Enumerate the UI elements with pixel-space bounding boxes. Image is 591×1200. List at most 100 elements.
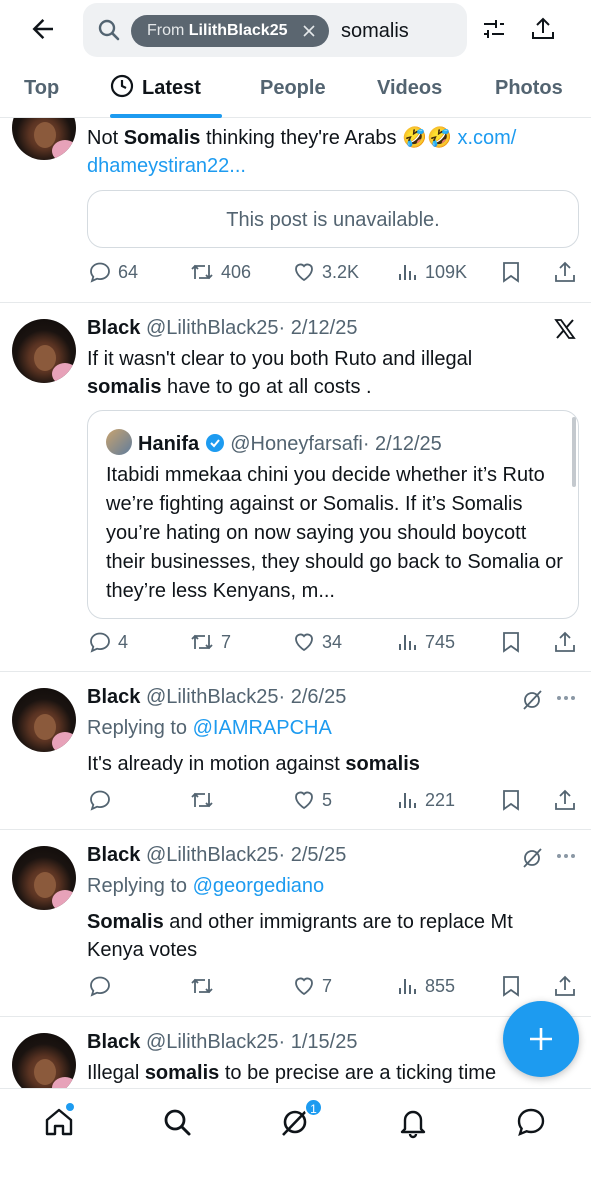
display-name[interactable]: Black <box>87 317 140 339</box>
view-count: 855 <box>425 975 456 996</box>
avatar[interactable] <box>12 319 76 383</box>
post-date: · 2/12/25 <box>278 317 358 339</box>
tweet-actions: 64 406 3.2K 109K <box>0 257 591 287</box>
notifications-bell-icon[interactable] <box>396 1105 430 1139</box>
text-part: to be precise are a ticking time <box>219 1062 497 1084</box>
tweet-meta: Black @LilithBlack25· 2/12/25 <box>87 317 357 340</box>
like-button[interactable]: 34 <box>292 627 342 657</box>
text-part: It's already in motion against <box>87 753 346 775</box>
tab-top[interactable]: Top <box>24 62 59 118</box>
share-upload-icon[interactable] <box>530 16 556 42</box>
tweet-meta: Black @LilithBlack25· 2/6/25 <box>87 686 346 709</box>
quote-date: · 2/12/25 <box>362 433 442 455</box>
scrollbar[interactable] <box>572 417 576 487</box>
grok-icon[interactable] <box>520 688 544 712</box>
tab-photos[interactable]: Photos <box>495 62 563 118</box>
tab-people[interactable]: People <box>260 62 326 118</box>
more-options-icon[interactable] <box>556 694 576 702</box>
like-count: 34 <box>322 631 343 652</box>
quote-meta: Hanifa @Honeyfarsafi· 2/12/25 <box>106 429 442 456</box>
bookmark-icon[interactable] <box>500 788 522 812</box>
text-part: Illegal <box>87 1062 145 1084</box>
reply-button[interactable]: 64 <box>88 257 138 287</box>
avatar[interactable] <box>12 688 76 752</box>
from-user-chip[interactable]: From LilithBlack25 <box>131 15 329 47</box>
filter-sliders-icon[interactable] <box>481 16 507 42</box>
tweet-meta: Black @LilithBlack25· 2/5/25 <box>87 844 346 867</box>
share-icon[interactable] <box>553 260 577 284</box>
repost-button[interactable]: 7 <box>189 627 231 657</box>
tweet[interactable]: Not Somalis thinking they're Arabs 🤣🤣 x.… <box>0 96 591 303</box>
chip-close-icon[interactable] <box>301 23 317 39</box>
replying-handle[interactable]: @georgediano <box>193 875 325 897</box>
like-button[interactable]: 5 <box>292 785 332 815</box>
tab-latest[interactable]: Latest <box>110 62 201 118</box>
views-button[interactable]: 221 <box>397 785 455 815</box>
repost-button[interactable] <box>189 971 221 1001</box>
search-query[interactable]: somalis <box>341 3 409 59</box>
views-button[interactable]: 745 <box>397 627 455 657</box>
replying-to: Replying to @IAMRAPCHA <box>87 717 332 740</box>
repost-button[interactable] <box>189 785 221 815</box>
like-count: 3.2K <box>322 261 360 282</box>
x-logo-icon <box>554 319 576 339</box>
back-arrow-icon[interactable] <box>28 14 58 44</box>
clock-icon <box>110 74 134 98</box>
text-highlight: Somalis <box>123 127 201 149</box>
unavailable-text: This post is unavailable. <box>226 209 440 231</box>
home-notification-dot <box>66 1103 74 1111</box>
reply-button[interactable]: 4 <box>88 627 128 657</box>
grok-icon[interactable] <box>520 846 544 870</box>
plus-icon <box>530 1028 552 1050</box>
replying-handle[interactable]: @IAMRAPCHA <box>193 717 332 739</box>
handle[interactable]: @LilithBlack25 <box>146 317 279 339</box>
like-button[interactable]: 7 <box>292 971 332 1001</box>
tweet-actions: 4 7 34 745 <box>0 627 591 657</box>
search-nav-icon[interactable] <box>160 1105 194 1139</box>
tweet-link[interactable]: x.com/ <box>457 127 516 149</box>
messages-icon[interactable] <box>514 1105 548 1139</box>
quoted-tweet-card[interactable]: Hanifa @Honeyfarsafi· 2/12/25 Itabidi mm… <box>87 410 579 619</box>
repost-icon <box>191 978 213 994</box>
quote-avatar <box>106 429 132 455</box>
tweet[interactable]: Black @LilithBlack25· 2/6/25 Replying to… <box>0 672 591 830</box>
more-options-icon[interactable] <box>556 852 576 860</box>
display-name[interactable]: Black <box>87 1031 140 1053</box>
tweet[interactable]: Black @LilithBlack25· 2/12/25 If it wasn… <box>0 303 591 672</box>
views-chart-icon <box>399 635 416 650</box>
reply-count: 4 <box>118 631 129 652</box>
bookmark-icon[interactable] <box>500 260 522 284</box>
tweet[interactable]: Black @LilithBlack25· 2/5/25 Replying to… <box>0 830 591 1017</box>
share-icon[interactable] <box>553 974 577 998</box>
bookmark-icon[interactable] <box>500 630 522 654</box>
reply-button[interactable] <box>88 971 118 1001</box>
handle[interactable]: @LilithBlack25 <box>146 844 279 866</box>
share-icon[interactable] <box>553 788 577 812</box>
chip-from-label: From <box>147 22 185 39</box>
handle[interactable]: @LilithBlack25 <box>146 686 279 708</box>
text-part: Kenya votes <box>87 939 198 961</box>
view-count: 745 <box>425 631 456 652</box>
bottom-navigation: 1 <box>0 1088 591 1200</box>
quote-display-name: Hanifa <box>138 433 200 455</box>
like-button[interactable]: 3.2K <box>292 257 359 287</box>
tab-videos[interactable]: Videos <box>377 62 442 118</box>
share-icon[interactable] <box>553 630 577 654</box>
compose-post-button[interactable] <box>503 1001 579 1077</box>
display-name[interactable]: Black <box>87 686 140 708</box>
reply-icon <box>90 632 110 653</box>
tweet-link[interactable]: dhameystiran22... <box>87 155 246 177</box>
text-highlight: somalis <box>345 753 420 775</box>
repost-icon <box>191 264 213 280</box>
handle[interactable]: @LilithBlack25 <box>146 1031 279 1053</box>
search-box[interactable]: From LilithBlack25 somalis <box>83 3 467 57</box>
reply-button[interactable] <box>88 785 118 815</box>
views-button[interactable]: 109K <box>397 257 467 287</box>
repost-button[interactable]: 406 <box>189 257 251 287</box>
notification-badge: 1 <box>304 1098 323 1117</box>
display-name[interactable]: Black <box>87 844 140 866</box>
views-button[interactable]: 855 <box>397 971 455 1001</box>
bookmark-icon[interactable] <box>500 974 522 998</box>
search-header: From LilithBlack25 somalis Top Latest Pe… <box>0 0 591 118</box>
avatar[interactable] <box>12 846 76 910</box>
